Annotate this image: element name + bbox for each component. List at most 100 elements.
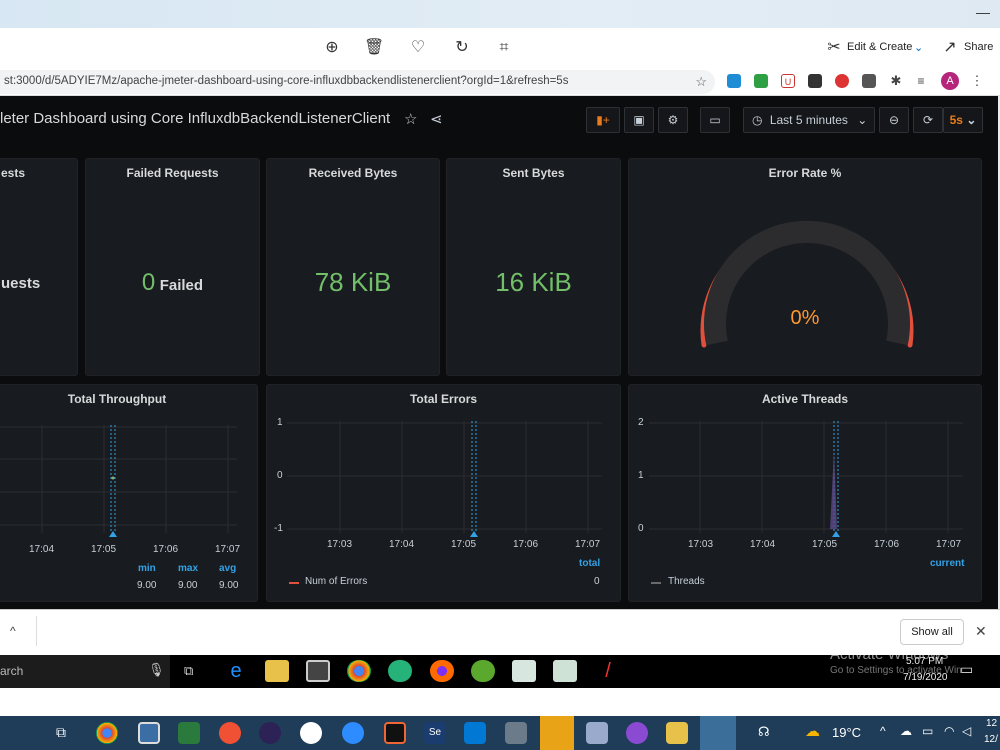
graph-panel-total-throughput[interactable]: Total Throughput 17:04 17:05 17:06 17:07…: [0, 384, 258, 602]
send-extension-icon[interactable]: [808, 74, 822, 88]
vscode-icon[interactable]: [464, 722, 486, 744]
window-app-icon[interactable]: [512, 660, 536, 682]
add-panel-button[interactable]: ▮+: [586, 107, 620, 133]
zoom-out-button[interactable]: ⊖: [879, 107, 909, 133]
refresh-button[interactable]: ⟳: [913, 107, 943, 133]
annotation-marker: [470, 531, 478, 537]
stat-panel-requests[interactable]: ests uests: [0, 158, 78, 376]
clock-time[interactable]: 5:07 PM: [906, 656, 943, 667]
notification-icon[interactable]: ▭: [960, 661, 973, 678]
chrome-icon[interactable]: [347, 660, 371, 682]
settings-button[interactable]: ⚙: [658, 107, 688, 133]
download-app-icon[interactable]: [505, 722, 527, 744]
app-icon[interactable]: [178, 722, 200, 744]
intellij-icon[interactable]: [384, 722, 406, 744]
temperature[interactable]: 19°C: [832, 725, 861, 740]
stat-panel-sent-bytes[interactable]: Sent Bytes 16 KiB: [446, 158, 621, 376]
delete-icon[interactable]: 🗑: [364, 38, 384, 58]
chevron-up-icon[interactable]: ^: [10, 624, 16, 638]
bookmark-star-icon[interactable]: ☆: [695, 74, 707, 90]
dashboard-title[interactable]: leter Dashboard using Core InfluxdbBacke…: [0, 110, 390, 127]
cloud-icon[interactable]: ☁: [900, 724, 912, 738]
firefox-icon[interactable]: [430, 660, 454, 682]
chevron-down-icon[interactable]: ⌄: [914, 41, 923, 54]
chevron-up-icon[interactable]: ^: [880, 724, 886, 738]
zoom-in-icon[interactable]: ⊕: [322, 38, 342, 58]
graph-panel-active-threads[interactable]: Active Threads 2 1 0 17:03 17:04 17:05 1…: [628, 384, 982, 602]
tv-mode-button[interactable]: ▭: [700, 107, 730, 133]
monitor-icon: ▭: [709, 113, 721, 127]
y-tick: 1: [638, 470, 644, 481]
paint-icon[interactable]: /: [596, 660, 620, 682]
edit-create-button[interactable]: Edit & Create: [847, 41, 912, 53]
time-range-picker[interactable]: ◷ Last 5 minutes ⌄: [743, 107, 875, 133]
time-range-label: Last 5 minutes: [769, 113, 848, 127]
pdf-extension-icon[interactable]: U: [781, 74, 795, 88]
favorite-heart-icon[interactable]: ♡: [408, 38, 428, 58]
clock-time[interactable]: 12: [986, 718, 997, 729]
refresh-interval-picker[interactable]: 5s ⌄: [943, 107, 983, 133]
errors-plot: [287, 421, 602, 537]
stat-panel-failed-requests[interactable]: Failed Requests 0 Failed: [85, 158, 260, 376]
legend-header-avg[interactable]: avg: [219, 563, 236, 574]
eclipse-icon[interactable]: [259, 722, 281, 744]
compass-app-icon[interactable]: [219, 722, 241, 744]
panel-title: Failed Requests: [126, 166, 219, 180]
teamviewer-icon[interactable]: [300, 722, 322, 744]
legend-series-name[interactable]: Threads: [668, 576, 705, 587]
battery-icon[interactable]: ▭: [922, 724, 933, 738]
extension-icon[interactable]: [727, 74, 741, 88]
store-icon[interactable]: [138, 722, 160, 744]
save-dashboard-button[interactable]: ▣: [624, 107, 654, 133]
legend-header-current[interactable]: current: [930, 558, 964, 569]
close-icon[interactable]: ✕: [975, 623, 987, 640]
legend-series-name[interactable]: Num of Errors: [305, 576, 367, 587]
stat-panel-received-bytes[interactable]: Received Bytes 78 KiB: [266, 158, 440, 376]
shield-extension-icon[interactable]: [754, 74, 768, 88]
crop-icon[interactable]: ⌗: [494, 38, 514, 58]
legend-header-total[interactable]: total: [579, 558, 600, 569]
file-explorer-icon[interactable]: [666, 722, 688, 744]
weather-icon[interactable]: ☁: [805, 722, 820, 740]
minimize-icon[interactable]: —: [976, 4, 990, 20]
share-button[interactable]: Share: [964, 41, 993, 53]
star-icon[interactable]: ☆: [404, 110, 417, 128]
selenium-icon[interactable]: Se: [424, 722, 446, 744]
legend-header-min[interactable]: min: [138, 563, 156, 574]
taskbar-search-box[interactable]: arch 🎙: [0, 655, 170, 688]
volume-icon[interactable]: ◁: [962, 724, 971, 738]
app-icon[interactable]: [471, 660, 495, 682]
wifi-icon[interactable]: ◠: [944, 724, 954, 738]
address-bar[interactable]: st:3000/d/5ADYIE7Mz/apache-jmeter-dashbo…: [0, 70, 715, 94]
rotate-icon[interactable]: ↻: [452, 38, 472, 58]
window-app-icon-2[interactable]: [553, 660, 577, 682]
share-dashboard-icon[interactable]: ⋖: [430, 110, 443, 128]
task-view-icon[interactable]: ⧉: [184, 663, 193, 679]
reading-list-icon[interactable]: ≡: [914, 74, 928, 88]
browser-menu-icon[interactable]: ⋮: [970, 74, 984, 88]
record-extension-icon[interactable]: [835, 74, 849, 88]
photos-icon[interactable]: [700, 716, 736, 750]
microphone-icon[interactable]: 🎙: [148, 662, 165, 678]
graph-panel-total-errors[interactable]: Total Errors 1 0 -1 17:03 17:04 17:05 17…: [266, 384, 621, 602]
sticky-notes-icon[interactable]: [540, 716, 574, 750]
task-view-icon[interactable]: ⧉: [56, 724, 66, 741]
file-explorer-icon[interactable]: [265, 660, 289, 682]
stat-value: uests: [1, 275, 41, 292]
store-icon[interactable]: [306, 660, 330, 682]
media-app-icon[interactable]: [626, 722, 648, 744]
legend-header-max[interactable]: max: [178, 563, 198, 574]
profile-avatar[interactable]: A: [941, 72, 959, 90]
gauge-panel-error-rate[interactable]: Error Rate % 0%: [628, 158, 982, 376]
chrome-icon[interactable]: [96, 722, 118, 744]
people-icon[interactable]: ☊: [758, 724, 770, 740]
edge-icon[interactable]: e: [224, 660, 248, 682]
notepad-icon[interactable]: [586, 722, 608, 744]
clock-date[interactable]: 7/19/2020: [903, 672, 948, 683]
devtools-extension-icon[interactable]: [862, 74, 876, 88]
zoom-icon[interactable]: [342, 722, 364, 744]
show-all-button[interactable]: Show all: [900, 619, 964, 645]
clock-date[interactable]: 12/: [984, 734, 998, 745]
puzzle-extensions-icon[interactable]: ✱: [889, 74, 903, 88]
maps-icon[interactable]: [388, 660, 412, 682]
